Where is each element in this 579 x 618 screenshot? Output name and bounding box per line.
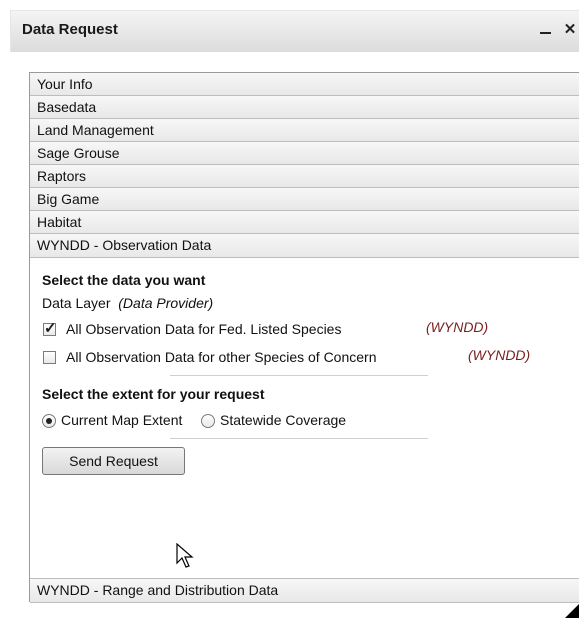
section-habitat[interactable]: Habitat xyxy=(30,211,579,234)
section-label: Land Management xyxy=(37,122,154,138)
section-wyndd-observation[interactable]: WYNDD - Observation Data xyxy=(30,234,579,258)
send-request-button[interactable]: Send Request xyxy=(42,447,185,475)
fed-listed-checkbox[interactable]: ✓ xyxy=(43,320,57,337)
section-wyndd-range[interactable]: WYNDD - Range and Distribution Data xyxy=(30,578,579,603)
minimize-button[interactable] xyxy=(538,19,554,41)
section-land-management[interactable]: Land Management xyxy=(30,119,579,142)
section-sage-grouse[interactable]: Sage Grouse xyxy=(30,142,579,165)
section-label: WYNDD - Range and Distribution Data xyxy=(37,582,279,598)
other-species-checkbox[interactable] xyxy=(43,351,56,364)
data-layer-label: Data Layer (Data Provider) xyxy=(42,295,214,311)
accordion-panel: Your Info Basedata Land Management Sage … xyxy=(29,72,579,603)
title-bar[interactable]: Data Request ✕ xyxy=(10,10,579,52)
statewide-label[interactable]: Statewide Coverage xyxy=(220,412,346,428)
fed-listed-label[interactable]: All Observation Data for Fed. Listed Spe… xyxy=(66,321,341,337)
resize-grip[interactable] xyxy=(565,604,579,618)
fed-listed-provider: (WYNDD) xyxy=(426,319,489,335)
window-title: Data Request xyxy=(22,21,118,38)
section-raptors[interactable]: Raptors xyxy=(30,165,579,188)
divider xyxy=(170,375,428,376)
section-label: Big Game xyxy=(37,191,100,207)
other-species-label[interactable]: All Observation Data for other Species o… xyxy=(66,349,377,365)
section-your-info[interactable]: Your Info xyxy=(30,73,579,96)
checkmark-icon: ✓ xyxy=(44,320,57,337)
section-label: Basedata xyxy=(37,99,97,115)
data-request-window: Data Request ✕ Your Info Basedata Land M… xyxy=(0,0,579,618)
other-species-provider: (WYNDD) xyxy=(468,347,531,363)
divider xyxy=(170,438,428,439)
close-button[interactable]: ✕ xyxy=(563,19,577,41)
statewide-radio[interactable] xyxy=(201,414,215,428)
current-extent-label[interactable]: Current Map Extent xyxy=(61,412,182,428)
section-label: Your Info xyxy=(37,76,93,92)
section-label: Habitat xyxy=(37,214,82,230)
section-basedata[interactable]: Basedata xyxy=(30,96,579,119)
select-heading: Select the data you want xyxy=(42,272,206,288)
extent-heading: Select the extent for your request xyxy=(42,386,265,402)
section-big-game[interactable]: Big Game xyxy=(30,188,579,211)
radio-dot xyxy=(46,418,52,424)
section-label: Raptors xyxy=(37,168,87,184)
section-label: WYNDD - Observation Data xyxy=(37,237,212,253)
arrow-pointer-icon xyxy=(176,543,194,568)
section-label: Sage Grouse xyxy=(37,145,120,161)
current-extent-radio[interactable] xyxy=(42,414,56,428)
observation-content: Select the data you want Data Layer (Dat… xyxy=(30,258,579,578)
